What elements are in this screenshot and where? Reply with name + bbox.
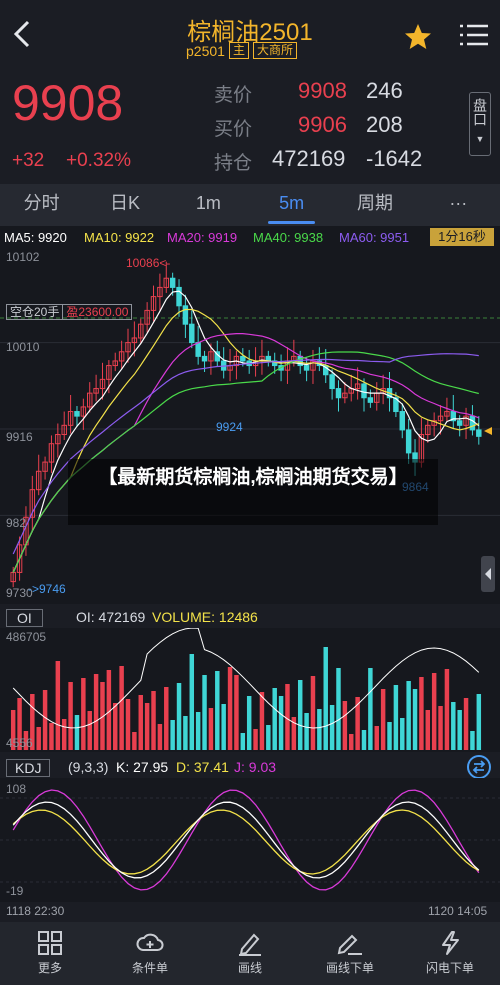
volume-value: VOLUME: 12486 bbox=[152, 609, 258, 625]
kdj-k-value: K: 27.95 bbox=[116, 759, 169, 775]
tab-period[interactable]: 周期 bbox=[333, 184, 416, 226]
grid-icon bbox=[38, 931, 62, 955]
ask-label: 卖价 bbox=[214, 85, 253, 106]
contract-subtitle: p2501 主 大商所 bbox=[186, 42, 297, 59]
price-change-pct: +0.32% bbox=[66, 150, 131, 171]
caret-down-icon: ▼ bbox=[475, 134, 485, 144]
pen-line-icon bbox=[337, 934, 362, 955]
volume-bars bbox=[10, 627, 482, 750]
list-menu-icon[interactable] bbox=[460, 22, 488, 53]
price-axis-top: 10102 bbox=[6, 250, 40, 264]
price-axis-mid1: 10010 bbox=[6, 340, 40, 354]
exchange-tag: 大商所 bbox=[252, 42, 297, 59]
kdj-axis-bottom: -19 bbox=[6, 884, 24, 898]
kdj-indicator-name[interactable]: KDJ bbox=[6, 759, 51, 777]
open-interest-label: 持仓 bbox=[214, 153, 253, 174]
oi-axis-top: 486705 bbox=[6, 630, 47, 644]
open-interest-change: -1642 bbox=[366, 146, 423, 171]
tab-1m[interactable]: 1m bbox=[167, 184, 250, 226]
tab-5m[interactable]: 5m bbox=[250, 184, 333, 226]
header: 棕榈油2501 p2501 主 大商所 bbox=[0, 0, 500, 72]
price-change: +32 bbox=[12, 150, 45, 171]
more-label: 更多 bbox=[37, 961, 62, 975]
tab-intraday[interactable]: 分时 bbox=[0, 184, 83, 226]
kdj-lines bbox=[0, 789, 500, 891]
more-button[interactable]: 更多 bbox=[0, 922, 100, 985]
ma20-value: MA20: 9919 bbox=[167, 230, 238, 245]
conditional-order-label: 条件单 bbox=[131, 961, 168, 975]
oi-legend: OI OI: 472169 VOLUME: 12486 bbox=[0, 606, 500, 628]
oi-indicator-name[interactable]: OI bbox=[6, 609, 43, 627]
candlestick-chart[interactable] bbox=[0, 248, 500, 604]
ma10-value: MA10: 9922 bbox=[84, 230, 155, 245]
position-indicator[interactable]: 空仓20手 盈23600.00 bbox=[6, 304, 133, 320]
tab-daily-k[interactable]: 日K bbox=[83, 184, 166, 226]
main-contract-tag: 主 bbox=[228, 42, 249, 59]
low-price-marker: ->9746 bbox=[28, 582, 66, 596]
period-tabs: 分时 日K 1m 5m 周期 ··· bbox=[0, 184, 500, 226]
ma-legend: MA5: 9920 MA10: 9922 MA20: 9919 MA40: 99… bbox=[0, 226, 500, 248]
tab-more[interactable]: ··· bbox=[417, 184, 500, 226]
conditional-order-button[interactable]: 条件单 bbox=[100, 922, 200, 985]
flash-order-label: 闪电下单 bbox=[425, 961, 474, 975]
price-marker-9924: 9924 bbox=[216, 420, 243, 434]
draw-line-button[interactable]: 画线 bbox=[200, 922, 300, 985]
kdj-chart[interactable]: 108 -19 bbox=[0, 778, 500, 902]
quote-panel: 9908 +32 +0.32% 卖价 9908 246 买价 9906 208 … bbox=[0, 72, 500, 184]
bar-countdown: 1分16秒 bbox=[430, 228, 494, 246]
kdj-j-value: J: 9.03 bbox=[234, 759, 277, 775]
ask-volume: 246 bbox=[366, 78, 403, 103]
ma5-value: MA5: 9920 bbox=[4, 230, 67, 245]
oi-value: OI: 472169 bbox=[76, 609, 146, 625]
oi-axis-bottom: 4556 bbox=[6, 736, 33, 750]
bid-price: 9906 bbox=[298, 112, 347, 137]
ask-price: 9908 bbox=[298, 78, 347, 103]
bottom-toolbar: 更多 条件单 画线 画线下单 闪电下单 bbox=[0, 922, 500, 985]
kdj-legend: KDJ (9,3,3) K: 27.95 D: 37.41 J: 9.03 bbox=[0, 755, 500, 779]
ma60-value: MA60: 9951 bbox=[339, 230, 410, 245]
price-chart[interactable]: 10102 10010 9916 982 9730 10086<- ->9746… bbox=[0, 248, 500, 604]
lightning-icon bbox=[442, 931, 459, 955]
bid-volume: 208 bbox=[366, 112, 403, 137]
last-price: 9908 bbox=[12, 75, 124, 131]
draw-line-order-button[interactable]: 画线下单 bbox=[300, 922, 400, 985]
cloud-add-icon bbox=[136, 933, 164, 951]
order-book-button[interactable]: 盘口 ▼ bbox=[469, 92, 491, 156]
price-axis-mid2: 9916 bbox=[6, 430, 33, 444]
time-axis: 1118 22:30 1120 14:05 bbox=[0, 904, 500, 920]
position-label: 空仓20手 bbox=[10, 305, 60, 319]
order-book-label: 盘口 bbox=[472, 98, 488, 126]
contract-code: p2501 bbox=[186, 42, 225, 59]
flash-order-button[interactable]: 闪电下单 bbox=[400, 922, 500, 985]
kdj-axis-top: 108 bbox=[6, 782, 27, 796]
price-axis-mid3: 982 bbox=[6, 516, 27, 530]
favorite-star-icon[interactable] bbox=[403, 22, 433, 57]
pencil-icon bbox=[239, 933, 261, 956]
kdj-d-value: D: 37.41 bbox=[176, 759, 229, 775]
draw-line-order-label: 画线下单 bbox=[325, 961, 374, 975]
ma40-value: MA40: 9938 bbox=[253, 230, 324, 245]
volume-oi-chart[interactable]: 486705 4556 bbox=[0, 627, 500, 752]
profit-label: 盈23600.00 bbox=[62, 305, 131, 319]
scroll-right-arrow[interactable] bbox=[481, 556, 495, 592]
bid-label: 买价 bbox=[214, 119, 253, 140]
news-overlay-banner[interactable]: 【最新期货棕榈油,棕榈油期货交易】 bbox=[68, 459, 438, 525]
time-end: 1120 14:05 bbox=[428, 904, 488, 918]
draw-line-label: 画线 bbox=[237, 961, 262, 975]
kdj-params: (9,3,3) bbox=[68, 759, 109, 775]
time-start: 1118 22:30 bbox=[6, 904, 65, 918]
open-interest: 472169 bbox=[272, 146, 346, 171]
high-price-marker: 10086<- bbox=[126, 256, 171, 270]
